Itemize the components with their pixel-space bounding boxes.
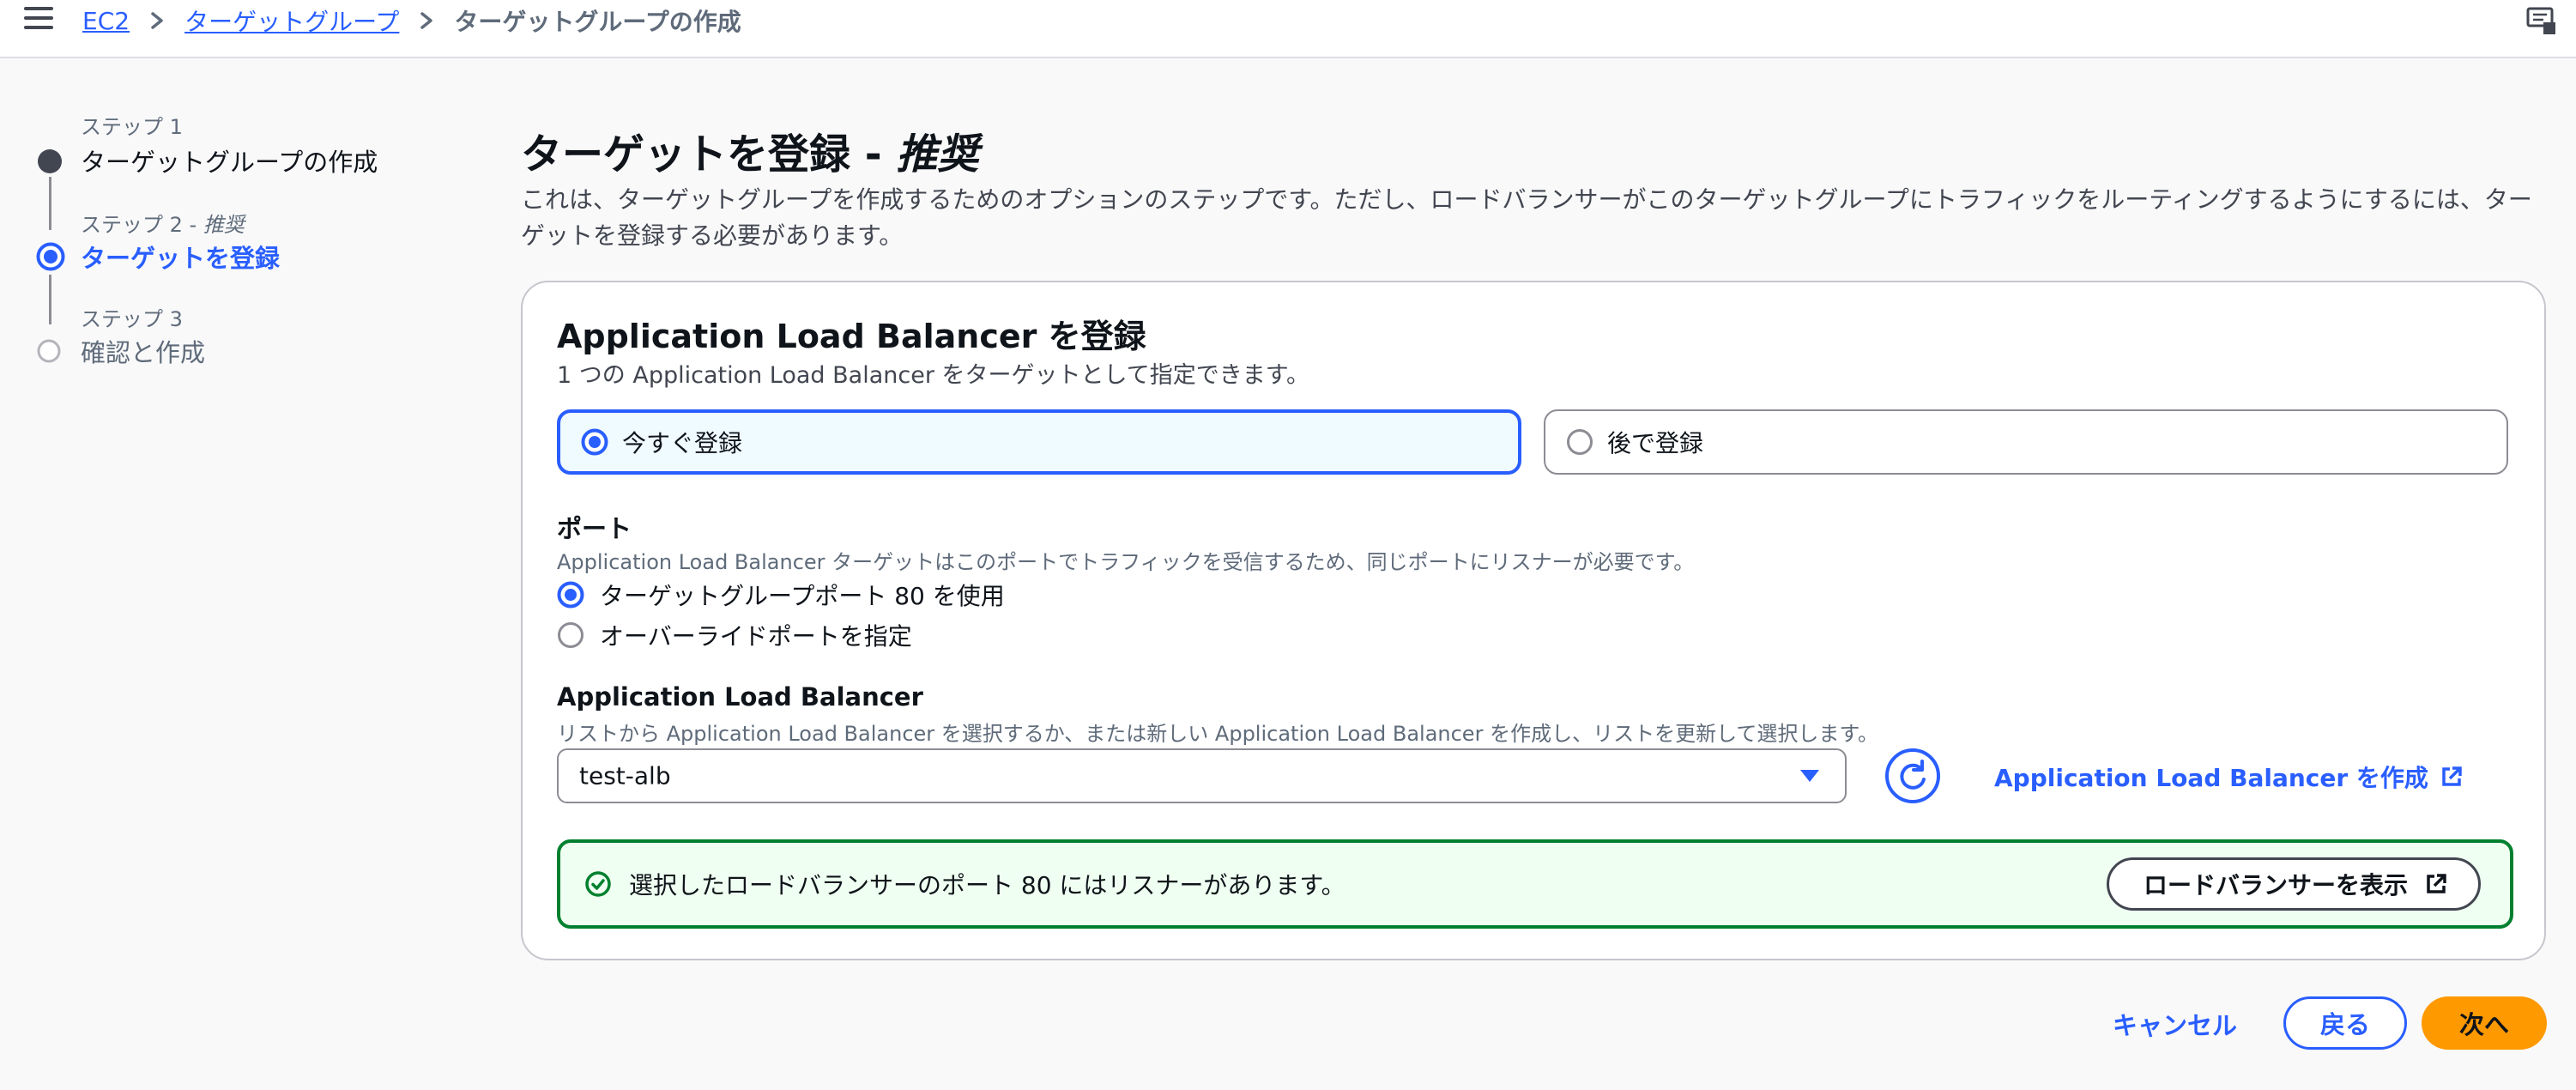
step-2-title: ターゲットを登録 [81,244,281,273]
alb-select[interactable]: test-alb [557,748,1847,803]
alb-description: リストから Application Load Balancer を選択するか、ま… [557,722,1878,746]
breadcrumb-target-groups[interactable]: ターゲットグループ [184,3,399,38]
register-later-label: 後で登録 [1607,429,1704,457]
register-alb-container: Application Load Balancer を登録 1 つの Appli… [521,281,2546,960]
step-completed-icon [38,149,62,173]
radio-unselected-icon[interactable] [1566,428,1593,456]
step-upcoming-icon [37,339,61,363]
step-1-label: ステップ 1 [81,115,183,139]
container-title: Application Load Balancer を登録 [557,318,1146,355]
port-description: Application Load Balancer ターゲットはこのポートでトラ… [557,550,1695,574]
port-option-override[interactable]: オーバーライドポートを指定 [557,618,912,652]
port-option-override-label: オーバーライドポートを指定 [600,622,912,651]
breadcrumb: EC2 ターゲットグループ ターゲットグループの作成 [82,2,741,39]
radio-selected-icon[interactable] [581,428,608,456]
top-navigation-bar: EC2 ターゲットグループ ターゲットグループの作成 [0,0,2576,58]
step-current-icon [36,242,65,271]
step-connector [49,275,51,324]
step-3-title: 確認と作成 [81,338,206,367]
alb-select-value: test-alb [579,761,671,790]
refresh-icon[interactable] [1884,747,1942,805]
next-button[interactable]: 次へ [2422,996,2547,1050]
success-icon [585,871,611,897]
page-title: ターゲットを登録 - 推奨 [521,130,979,179]
external-link-icon [2442,766,2462,786]
notifications-icon[interactable] [2525,3,2559,38]
alb-label: Application Load Balancer [557,682,923,712]
breadcrumb-ec2[interactable]: EC2 [82,7,130,35]
chevron-right-icon [151,12,163,29]
radio-unselected-icon[interactable] [557,621,584,649]
external-link-icon [2427,874,2446,893]
menu-icon[interactable] [24,7,53,33]
breadcrumb-current: ターゲットグループの作成 [454,8,741,36]
port-label: ポート [557,514,632,543]
caret-down-icon [1800,770,1819,782]
register-later-tile[interactable]: 後で登録 [1544,409,2508,475]
page-description: これは、ターゲットグループを作成するためのオプションのステップです。ただし、ロー… [521,185,2532,250]
chevron-right-icon [420,12,433,29]
step-3-label: ステップ 3 [81,307,183,331]
success-alert: 選択したロードバランサーのポート 80 にはリスナーがあります。 ロードバランサ… [557,839,2513,929]
register-now-label: 今すぐ登録 [622,429,743,457]
step-1-title[interactable]: ターゲットグループの作成 [81,142,378,179]
port-option-default-label: ターゲットグループポート 80 を使用 [600,582,1005,610]
alert-message: 選択したロードバランサーのポート 80 にはリスナーがあります。 [629,871,1345,899]
view-load-balancer-button[interactable]: ロードバランサーを表示 [2106,857,2481,911]
port-option-default[interactable]: ターゲットグループポート 80 を使用 [557,578,1005,612]
radio-selected-icon[interactable] [557,581,584,609]
create-alb-link[interactable]: Application Load Balancer を作成 [1994,760,2463,794]
container-description: 1 つの Application Load Balancer をターゲットとして… [557,362,1309,389]
step-connector [49,177,51,230]
back-button[interactable]: 戻る [2283,996,2407,1050]
cancel-button[interactable]: キャンセル [2113,1006,2237,1042]
register-now-tile[interactable]: 今すぐ登録 [557,409,1521,475]
step-2-label: ステップ 2 - 推奨 [81,213,245,237]
